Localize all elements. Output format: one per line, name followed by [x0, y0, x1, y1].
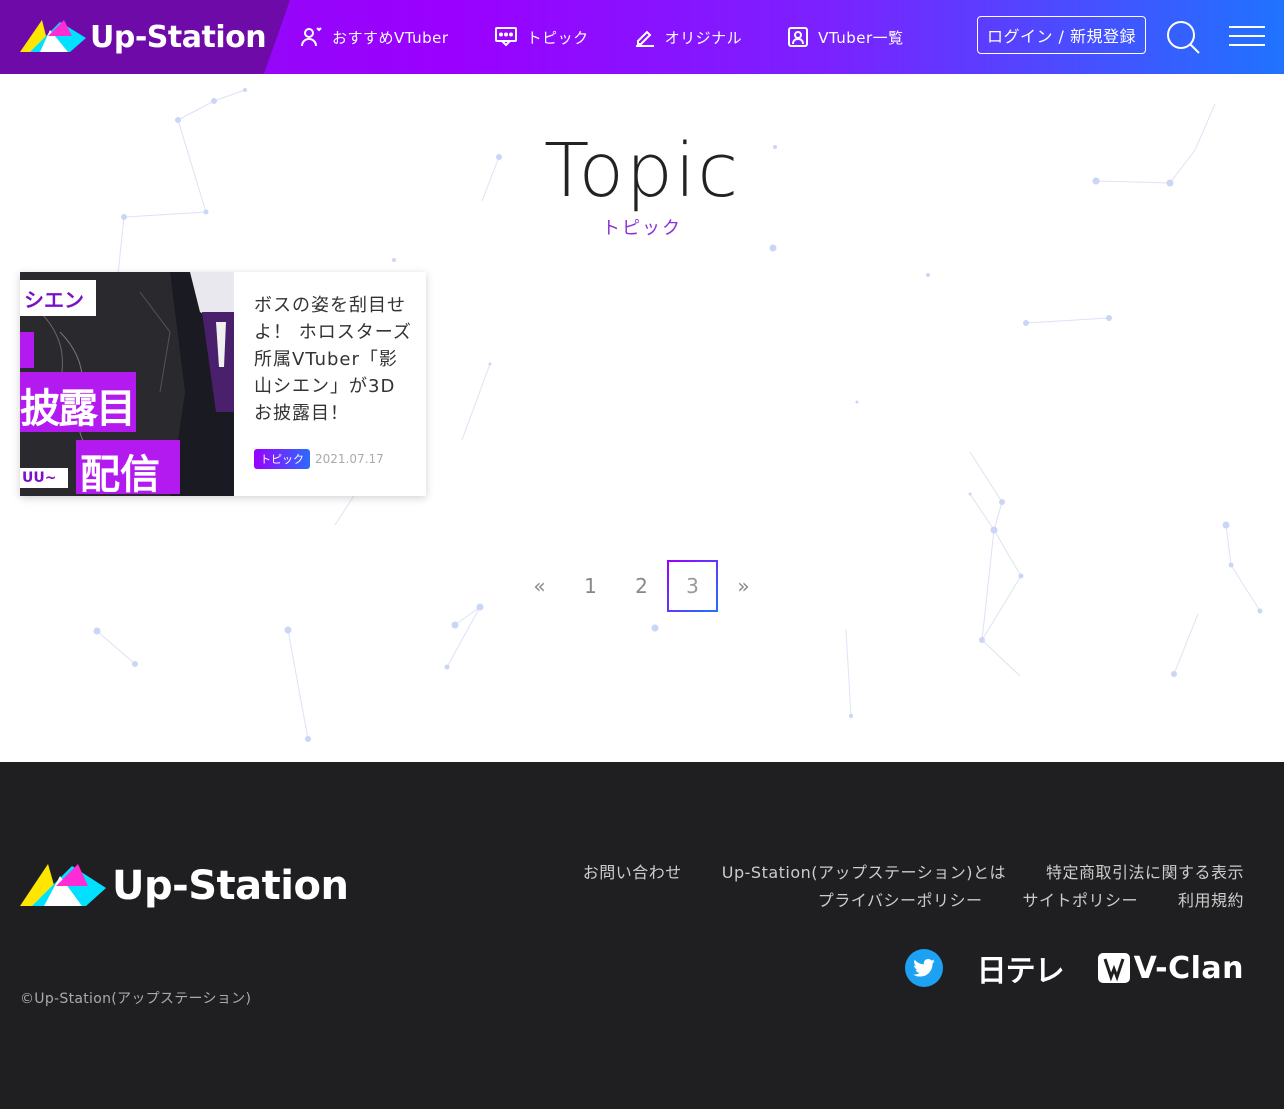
- footer-link-privacy[interactable]: プライバシーポリシー: [818, 890, 983, 912]
- vclan-logo[interactable]: V-Clan: [1097, 950, 1244, 986]
- nav-label: おすすめVTuber: [332, 28, 449, 47]
- footer-link-terms[interactable]: 利用規約: [1178, 890, 1244, 912]
- twitter-icon[interactable]: [904, 949, 943, 987]
- site-header: Up-Station おすすめVTuber トピック オリジナル VTuber一…: [0, 0, 1284, 74]
- logo-text: Up-Station: [90, 19, 267, 55]
- page-title: Topic: [543, 128, 741, 214]
- nav-item-original[interactable]: オリジナル: [635, 27, 743, 48]
- thumbnail-text-bot: 配信: [80, 452, 160, 496]
- hamburger-menu-icon[interactable]: [1229, 26, 1265, 48]
- pagination-page-current: 3: [667, 560, 718, 612]
- login-register-button[interactable]: ログイン / 新規登録: [977, 16, 1146, 54]
- search-button[interactable]: [1165, 19, 1201, 55]
- main-nav: おすすめVTuber トピック オリジナル VTuber一覧: [300, 0, 950, 74]
- footer-partner-icons: 日テレ V-Clan: [904, 946, 1244, 990]
- pagination-page-2[interactable]: 2: [616, 560, 667, 612]
- footer-links: お問い合わせ Up-Station(アップステーション)とは 特定商取引法に関す…: [543, 862, 1244, 918]
- pen-icon: [635, 30, 654, 47]
- pagination: « 1 2 3 »: [514, 560, 769, 612]
- page-subtitle: トピック: [602, 218, 682, 239]
- chat-bubble-icon: [494, 27, 517, 47]
- nav-label: オリジナル: [664, 28, 743, 47]
- vclan-mark-icon: [1097, 953, 1130, 983]
- logo-mark-icon: [20, 864, 106, 906]
- vclan-text: V-Clan: [1133, 950, 1244, 986]
- site-logo[interactable]: Up-Station: [20, 16, 267, 58]
- ntv-logo[interactable]: 日テレ: [977, 946, 1065, 990]
- site-footer: Up-Station お問い合わせ Up-Station(アップステーション)と…: [0, 762, 1284, 1109]
- footer-link-site-policy[interactable]: サイトポリシー: [1022, 890, 1138, 912]
- category-tag[interactable]: トピック: [254, 449, 310, 469]
- thumbnail-text-small: UU~: [22, 470, 57, 486]
- thumbnail-text-mid: 披露目: [20, 386, 136, 432]
- footer-logo-text: Up-Station: [112, 863, 349, 909]
- pagination-page-1[interactable]: 1: [565, 560, 616, 612]
- nav-item-recommended[interactable]: おすすめVTuber: [300, 26, 449, 48]
- article-card[interactable]: シエン 披露目 配信 UU~ ボスの姿を刮目せよ！ ホロスターズ所属VTuber…: [20, 272, 426, 496]
- nav-label: トピック: [526, 28, 589, 47]
- profile-card-icon: [788, 27, 809, 47]
- logo-mark-icon: [20, 20, 86, 52]
- search-icon: [1167, 21, 1200, 54]
- nav-label: VTuber一覧: [818, 28, 904, 47]
- pagination-prev[interactable]: «: [514, 560, 565, 612]
- article-meta: トピック 2021.07.17: [254, 449, 412, 469]
- footer-link-about[interactable]: Up-Station(アップステーション)とは: [722, 862, 1006, 884]
- footer-link-commerce-law[interactable]: 特定商取引法に関する表示: [1046, 862, 1244, 884]
- logo-area: Up-Station: [0, 0, 290, 74]
- article-date: 2021.07.17: [315, 452, 384, 466]
- pagination-next[interactable]: »: [718, 560, 769, 612]
- article-thumbnail[interactable]: シエン 披露目 配信 UU~: [20, 272, 234, 496]
- thumbnail-text-top: シエン: [24, 288, 84, 312]
- article-title[interactable]: ボスの姿を刮目せよ！ ホロスターズ所属VTuber「影山シエン」が3Dお披露目！: [254, 292, 412, 427]
- footer-link-contact[interactable]: お問い合わせ: [583, 862, 682, 884]
- nav-item-topic[interactable]: トピック: [494, 27, 589, 48]
- nav-item-vtuber-list[interactable]: VTuber一覧: [788, 27, 904, 48]
- footer-logo[interactable]: Up-Station: [20, 860, 349, 912]
- article-body: ボスの姿を刮目せよ！ ホロスターズ所属VTuber「影山シエン」が3Dお披露目！…: [234, 272, 426, 496]
- copyright: ©Up-Station(アップステーション): [20, 991, 252, 1007]
- person-heart-icon: [301, 27, 322, 47]
